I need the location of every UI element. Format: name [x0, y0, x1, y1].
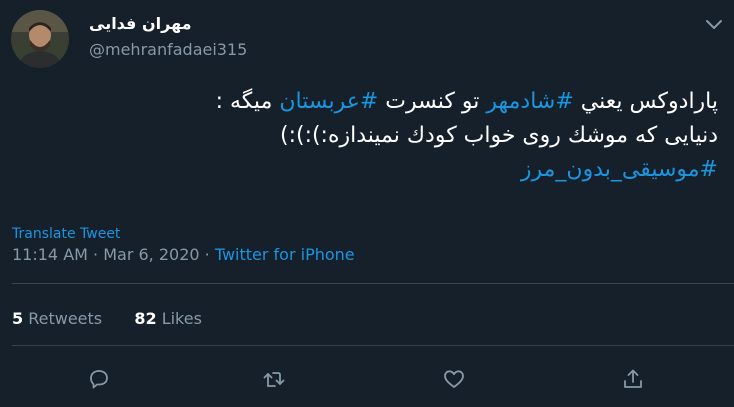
tweet-source-link[interactable]: Twitter for iPhone [215, 245, 355, 264]
engagement-stats: 5 Retweets 82 Likes [12, 309, 202, 328]
retweets-label: Retweets [28, 309, 103, 328]
more-options-chevron-icon[interactable] [704, 16, 724, 30]
likes-count: 82 [134, 309, 157, 328]
tweet-date[interactable]: Mar 6, 2020 [103, 245, 199, 264]
tweet-time[interactable]: 11:14 AM [12, 245, 88, 264]
translate-tweet-link[interactable]: Translate Tweet [12, 226, 120, 242]
author-display-name[interactable]: مهران فدایی [89, 14, 192, 33]
reply-icon[interactable] [87, 367, 111, 391]
metadata-separator: · [87, 245, 104, 264]
hashtag-link[interactable]: #عربستان [279, 89, 378, 114]
tweet-text-segment: میگه : [215, 89, 280, 114]
metadata-separator: · [199, 245, 215, 264]
tweet-text: پارادوکس یعني #شادمهر تو کنسرت #عربستان … [18, 85, 718, 187]
share-icon[interactable] [621, 367, 645, 391]
divider [12, 283, 734, 284]
avatar-image [11, 10, 69, 68]
avatar[interactable] [11, 10, 69, 68]
divider [12, 345, 734, 346]
retweet-icon[interactable] [262, 367, 286, 391]
like-icon[interactable] [442, 367, 466, 391]
tweet-text-line-2: دنیایی که موشك روی خواب کودك نمیندازه:):… [279, 123, 718, 148]
tweet-text-segment: پارادوکس یعني [573, 89, 718, 114]
tweet-text-line-1: پارادوکس یعني #شادمهر تو کنسرت #عربستان … [18, 85, 718, 119]
tweet-card: مهران فدایی @mehranfadaei315 پارادوکس یع… [0, 0, 734, 407]
tweet-text-segment: تو کنسرت [378, 89, 487, 114]
tweet-text-line-3: #موسیقی_بدون_مرز [18, 153, 718, 187]
retweets-stat[interactable]: 5 Retweets [12, 309, 102, 328]
tweet-metadata: 11:14 AM · Mar 6, 2020 · Twitter for iPh… [12, 245, 355, 264]
hashtag-link[interactable]: #شادمهر [486, 89, 573, 114]
hashtag-link[interactable]: #موسیقی_بدون_مرز [521, 157, 718, 182]
retweets-count: 5 [12, 309, 24, 328]
likes-stat[interactable]: 82 Likes [134, 309, 202, 328]
author-handle[interactable]: @mehranfadaei315 [89, 40, 247, 59]
likes-label: Likes [161, 309, 202, 328]
